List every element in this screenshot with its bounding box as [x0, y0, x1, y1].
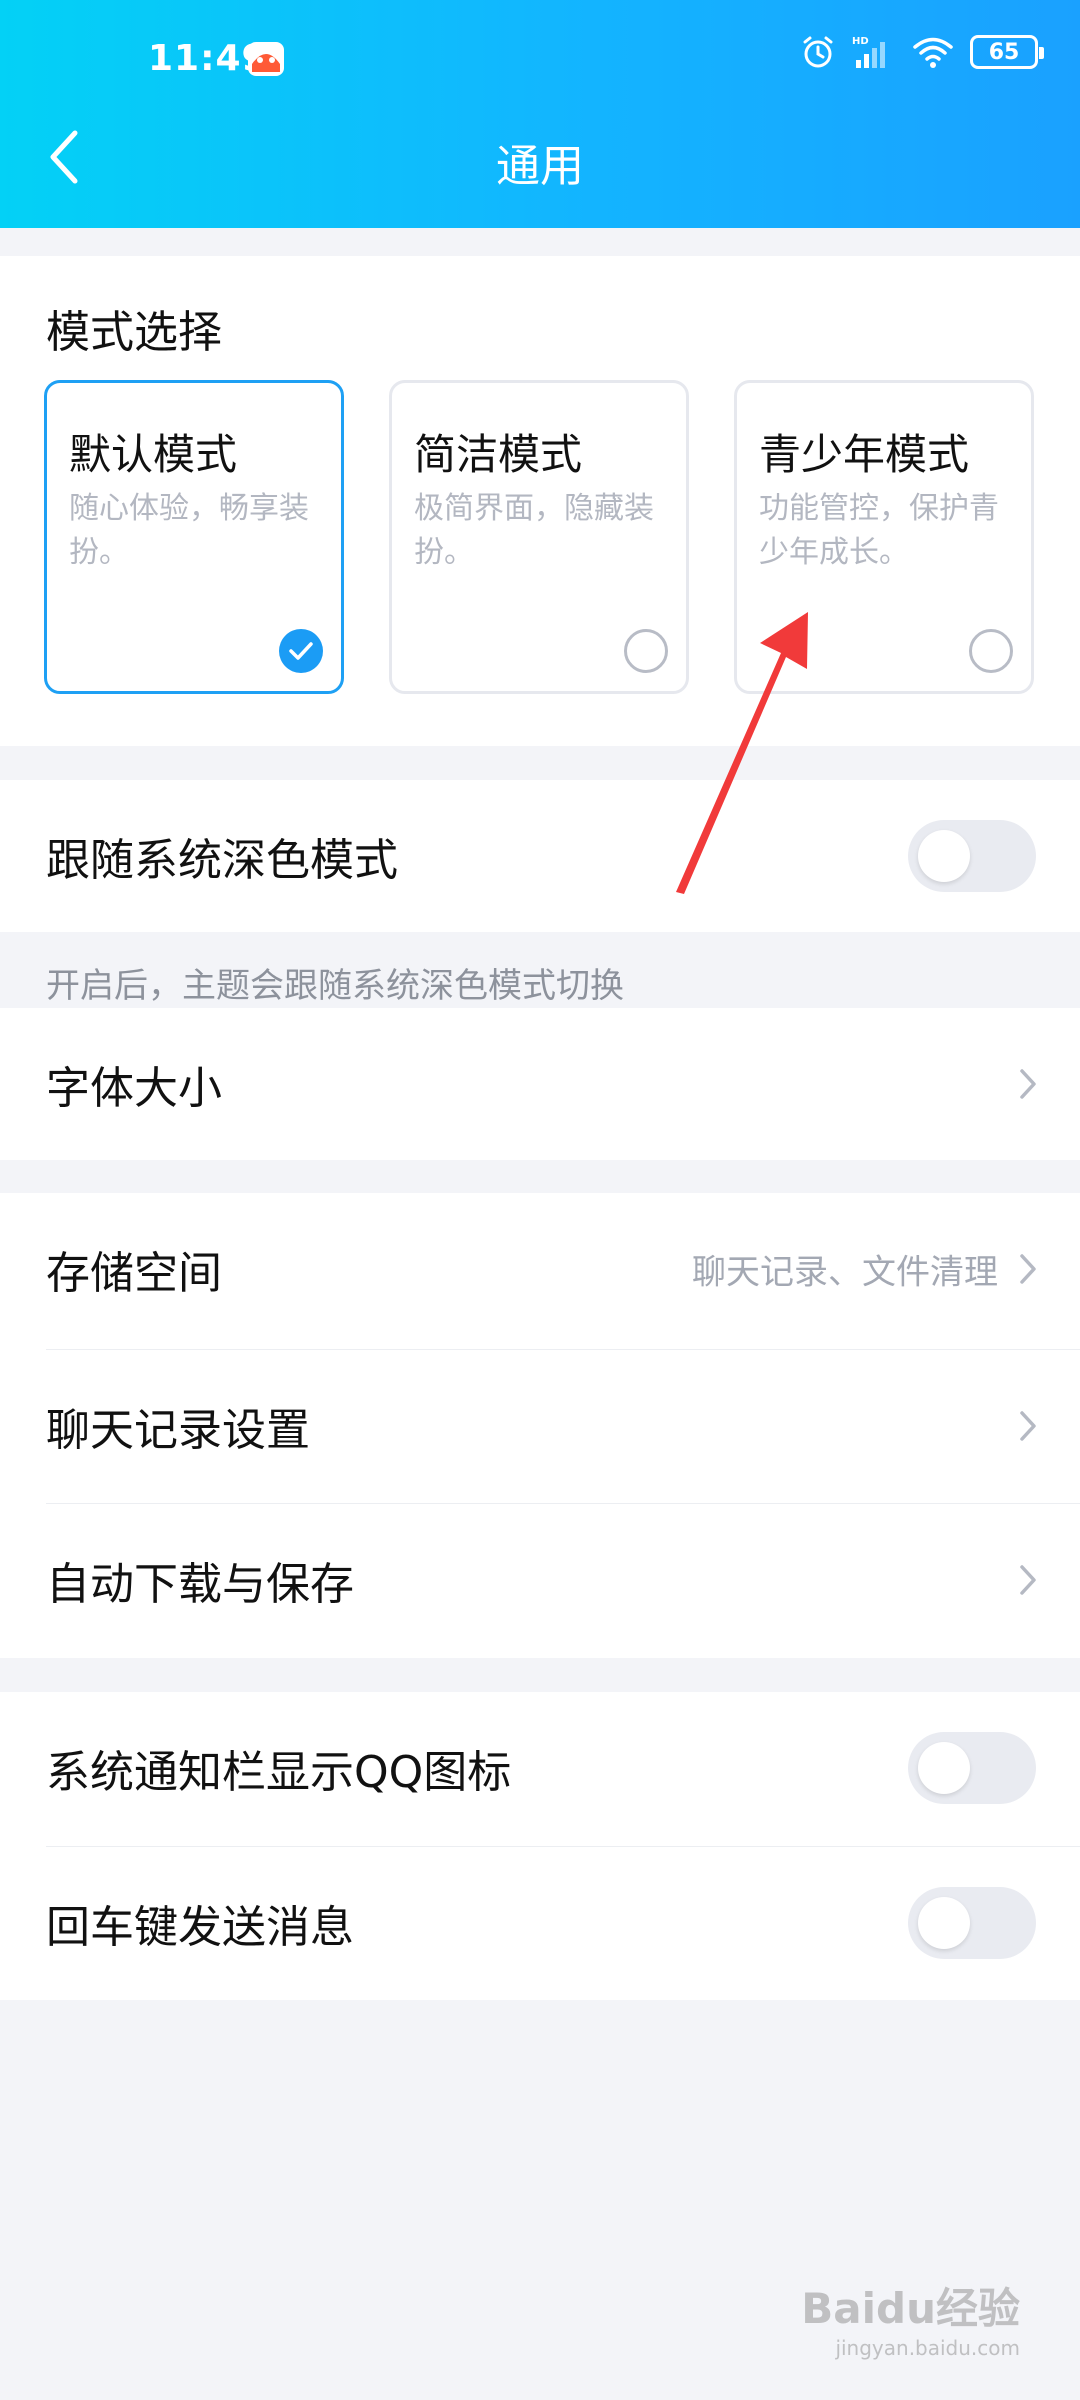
watermark-logo: Baidu经验	[801, 2284, 1020, 2333]
notification-icon-toggle[interactable]	[908, 1732, 1036, 1804]
enter-send-toggle[interactable]	[908, 1887, 1036, 1959]
toggle-knob	[918, 1897, 970, 1949]
mode-card-default[interactable]: 默认模式 随心体验，畅享装扮。	[44, 380, 344, 694]
app-header: 11:49 HD 65 通用	[0, 0, 1080, 228]
font-size-label: 字体大小	[46, 1063, 222, 1114]
signal-icon: HD	[852, 36, 885, 68]
dark-mode-toggle[interactable]	[908, 820, 1036, 892]
toggle-knob	[918, 1742, 970, 1794]
mode-card-description: 随心体验，畅享装扮。	[69, 491, 309, 570]
auto-download-label: 自动下载与保存	[46, 1559, 354, 1610]
checkmark-icon	[289, 642, 313, 660]
chevron-right-icon	[1020, 1411, 1036, 1441]
chevron-right-icon	[1020, 1069, 1036, 1099]
storage-label: 存储空间	[46, 1248, 222, 1299]
chat-history-row[interactable]: 聊天记录设置	[0, 1350, 1080, 1502]
watermark-url: jingyan.baidu.com	[835, 2336, 1020, 2360]
page-title: 通用	[496, 141, 584, 192]
dark-mode-label: 跟随系统深色模式	[46, 835, 398, 886]
mode-radio[interactable]	[969, 629, 1013, 673]
app-notification-icon	[246, 38, 286, 78]
mode-card-description: 极简界面，隐藏装扮。	[414, 491, 654, 570]
mode-card-title: 默认模式	[69, 430, 238, 479]
storage-value: 聊天记录、文件清理	[692, 1252, 998, 1293]
mode-card-title: 简洁模式	[414, 430, 583, 479]
enter-send-row: 回车键发送消息	[0, 1847, 1080, 1999]
enter-send-label: 回车键发送消息	[46, 1902, 354, 1953]
notification-icon-label: 系统通知栏显示QQ图标	[46, 1747, 512, 1798]
wifi-icon	[913, 37, 953, 68]
font-size-panel: 字体大小	[0, 1008, 1080, 1160]
status-icons: HD 65	[800, 34, 1044, 70]
svg-text:HD: HD	[852, 36, 869, 47]
mode-selection-section: 模式选择 默认模式 随心体验，畅享装扮。 简洁模式 极简界面，隐藏装扮。 青少年…	[0, 256, 1080, 746]
toggle-knob	[918, 830, 970, 882]
watermark: Baidu经验 jingyan.baidu.com	[801, 2275, 1020, 2360]
mode-card-simple[interactable]: 简洁模式 极简界面，隐藏装扮。	[389, 380, 689, 694]
chevron-right-icon	[1020, 1254, 1036, 1284]
dark-mode-row: 跟随系统深色模式	[0, 780, 1080, 932]
dark-mode-panel: 跟随系统深色模式	[0, 780, 1080, 932]
mode-card-title: 青少年模式	[759, 430, 970, 479]
storage-panel: 存储空间 聊天记录、文件清理 聊天记录设置 自动下载与保存	[0, 1193, 1080, 1658]
toggles-panel: 系统通知栏显示QQ图标 回车键发送消息	[0, 1692, 1080, 2000]
font-size-row[interactable]: 字体大小	[0, 1008, 1080, 1160]
mode-radio[interactable]	[624, 629, 668, 673]
section-title: 模式选择	[46, 307, 222, 358]
mode-card-description: 功能管控，保护青少年成长。	[759, 491, 999, 570]
battery-indicator: 65	[970, 35, 1044, 69]
chat-history-label: 聊天记录设置	[46, 1405, 310, 1456]
mode-card-teen[interactable]: 青少年模式 功能管控，保护青少年成长。	[734, 380, 1034, 694]
auto-download-row[interactable]: 自动下载与保存	[0, 1504, 1080, 1656]
battery-level: 65	[988, 39, 1020, 65]
chevron-right-icon	[1020, 1565, 1036, 1595]
dark-mode-hint: 开启后，主题会跟随系统深色模式切换	[46, 966, 624, 1006]
mode-radio-checked[interactable]	[279, 629, 323, 673]
notification-icon-row: 系统通知栏显示QQ图标	[0, 1692, 1080, 1844]
alarm-icon	[803, 36, 833, 68]
storage-row[interactable]: 存储空间 聊天记录、文件清理	[0, 1193, 1080, 1345]
